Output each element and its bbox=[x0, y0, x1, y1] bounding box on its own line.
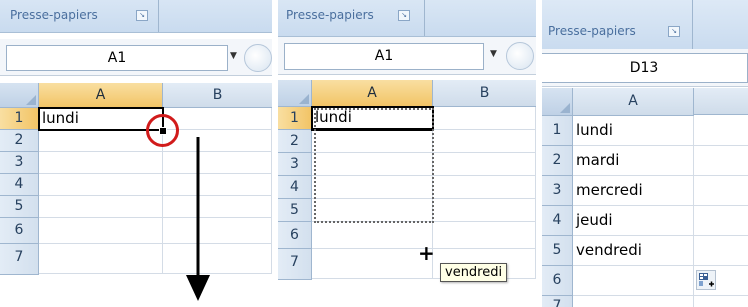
ribbon-separator bbox=[158, 0, 159, 32]
name-box[interactable]: A1 bbox=[284, 43, 484, 70]
cell-a6[interactable] bbox=[39, 218, 163, 244]
crosshair-cursor-icon: + bbox=[418, 241, 435, 265]
cell-b-col[interactable] bbox=[694, 146, 748, 176]
chevron-down-icon[interactable]: ▼ bbox=[490, 49, 497, 59]
name-box-value: D13 bbox=[629, 60, 659, 76]
row-header[interactable]: 4 bbox=[0, 174, 39, 196]
row-header[interactable]: 3 bbox=[278, 153, 312, 176]
ribbon-group-label: Presse-papiers bbox=[548, 24, 636, 38]
dialog-launcher-icon[interactable]: ↘ bbox=[136, 10, 148, 21]
cell-b1[interactable] bbox=[163, 108, 272, 130]
autofill-preview-tooltip: vendredi bbox=[440, 263, 508, 282]
select-all-corner[interactable] bbox=[278, 80, 312, 107]
cell-b3[interactable] bbox=[433, 153, 536, 176]
ribbon-group-label: Presse-papiers bbox=[10, 8, 98, 22]
ribbon-separator bbox=[424, 0, 425, 36]
row-header[interactable]: 1 bbox=[0, 108, 39, 130]
formula-bar-row: A1 ▼ bbox=[0, 39, 272, 76]
row-header[interactable]: 3 bbox=[542, 176, 573, 206]
cell-b-col[interactable] bbox=[694, 176, 748, 206]
cell-a6[interactable] bbox=[573, 266, 694, 296]
dialog-launcher-icon[interactable]: ↘ bbox=[668, 26, 680, 37]
cell-b6[interactable] bbox=[433, 222, 536, 249]
active-cell-border bbox=[38, 107, 164, 131]
dialog-launcher-icon[interactable]: ↘ bbox=[398, 10, 410, 21]
row-header[interactable]: 1 bbox=[278, 107, 312, 130]
row-header[interactable]: 5 bbox=[278, 199, 312, 222]
row-header[interactable]: 2 bbox=[0, 130, 39, 152]
cell-a3[interactable]: mercredi bbox=[573, 176, 694, 206]
cell-b-col[interactable] bbox=[694, 116, 748, 146]
column-header-b[interactable]: B bbox=[433, 80, 536, 107]
ribbon-group-label: Presse-papiers bbox=[286, 8, 374, 22]
formula-button[interactable] bbox=[244, 44, 272, 72]
panel-step-2: Presse-papiers ↘ A1 ▼ A B 1 2 3 4 5 6 7 … bbox=[278, 0, 536, 307]
cell-a3[interactable] bbox=[39, 152, 163, 174]
row-header[interactable]: 5 bbox=[0, 196, 39, 218]
panel-step-3: Presse-papiers ↘ D13 A I 1 2 3 4 5 6 7 l… bbox=[542, 0, 748, 307]
highlight-circle bbox=[146, 114, 179, 147]
column-header-a[interactable]: A bbox=[39, 83, 163, 108]
row-header[interactable]: 6 bbox=[0, 218, 39, 244]
row-header[interactable]: 7 bbox=[278, 249, 312, 280]
name-box-value: A1 bbox=[107, 50, 127, 66]
arrow-down-icon bbox=[186, 137, 210, 301]
cell-a2[interactable]: mardi bbox=[573, 146, 694, 176]
row-header[interactable]: 6 bbox=[542, 266, 573, 296]
tooltip-text: vendredi bbox=[445, 265, 503, 280]
panel-step-1: Presse-papiers ↘ A1 ▼ A B 1 2 3 4 5 6 7 … bbox=[0, 0, 272, 307]
row-header[interactable]: 6 bbox=[278, 222, 312, 249]
row-header[interactable]: 7 bbox=[0, 244, 39, 275]
autofill-options-glyph bbox=[699, 273, 714, 287]
row-header[interactable]: 2 bbox=[278, 130, 312, 153]
row-header[interactable]: 4 bbox=[278, 176, 312, 199]
cell-b4[interactable] bbox=[433, 176, 536, 199]
cell-a7[interactable] bbox=[573, 296, 694, 307]
cell-a4[interactable]: jeudi bbox=[573, 206, 694, 236]
row-header[interactable]: 1 bbox=[542, 116, 573, 146]
column-header-partial[interactable]: I bbox=[694, 88, 748, 115]
ribbon-group: Presse-papiers ↘ bbox=[542, 0, 748, 51]
select-all-corner[interactable] bbox=[0, 83, 39, 108]
cell-a5[interactable]: vendredi bbox=[573, 236, 694, 266]
select-all-corner[interactable] bbox=[542, 88, 573, 116]
ribbon-separator bbox=[692, 0, 693, 50]
chevron-down-icon[interactable]: ▼ bbox=[230, 51, 237, 61]
name-box[interactable]: A1 bbox=[6, 45, 228, 71]
row-header[interactable]: 3 bbox=[0, 152, 39, 174]
cell-a4[interactable] bbox=[39, 174, 163, 196]
cell-b5[interactable] bbox=[433, 199, 536, 222]
name-box-value: A1 bbox=[374, 48, 394, 64]
cell-a2[interactable] bbox=[39, 130, 163, 152]
cell-a6[interactable] bbox=[312, 222, 433, 249]
ribbon-group: Presse-papiers ↘ bbox=[0, 0, 272, 33]
name-box[interactable]: D13 bbox=[542, 53, 748, 83]
formula-bar-row: A1 ▼ bbox=[278, 37, 536, 75]
column-header-a[interactable]: A bbox=[312, 80, 433, 107]
cell-a7[interactable] bbox=[312, 249, 433, 279]
row-header[interactable]: 4 bbox=[542, 206, 573, 236]
cell-a5[interactable] bbox=[39, 196, 163, 218]
autofill-options-icon[interactable] bbox=[696, 270, 716, 290]
worksheet-grid: A I 1 2 3 4 5 6 7 lundi mardi mercredi j… bbox=[542, 88, 748, 307]
column-header-b[interactable]: B bbox=[163, 83, 272, 108]
worksheet-grid: A B 1 2 3 4 5 6 7 lundi bbox=[0, 83, 272, 307]
cell-b-col[interactable] bbox=[694, 206, 748, 236]
cell-b1[interactable] bbox=[433, 107, 536, 130]
cell-a1[interactable]: lundi bbox=[573, 116, 694, 146]
row-header[interactable]: 5 bbox=[542, 236, 573, 266]
cell-b-col[interactable] bbox=[694, 236, 748, 266]
row-header[interactable]: 2 bbox=[542, 146, 573, 176]
formula-button[interactable] bbox=[506, 42, 534, 70]
cell-a7[interactable] bbox=[39, 244, 163, 274]
column-header-a[interactable]: A bbox=[573, 88, 694, 116]
ribbon-group: Presse-papiers ↘ bbox=[278, 0, 536, 37]
worksheet-grid: A B 1 2 3 4 5 6 7 lundi + vendredi bbox=[278, 80, 536, 307]
autofill-range-outline bbox=[314, 108, 434, 223]
row-header[interactable]: 7 bbox=[542, 296, 573, 307]
formula-bar-row: D13 bbox=[542, 49, 748, 87]
cell-b2[interactable] bbox=[433, 130, 536, 153]
